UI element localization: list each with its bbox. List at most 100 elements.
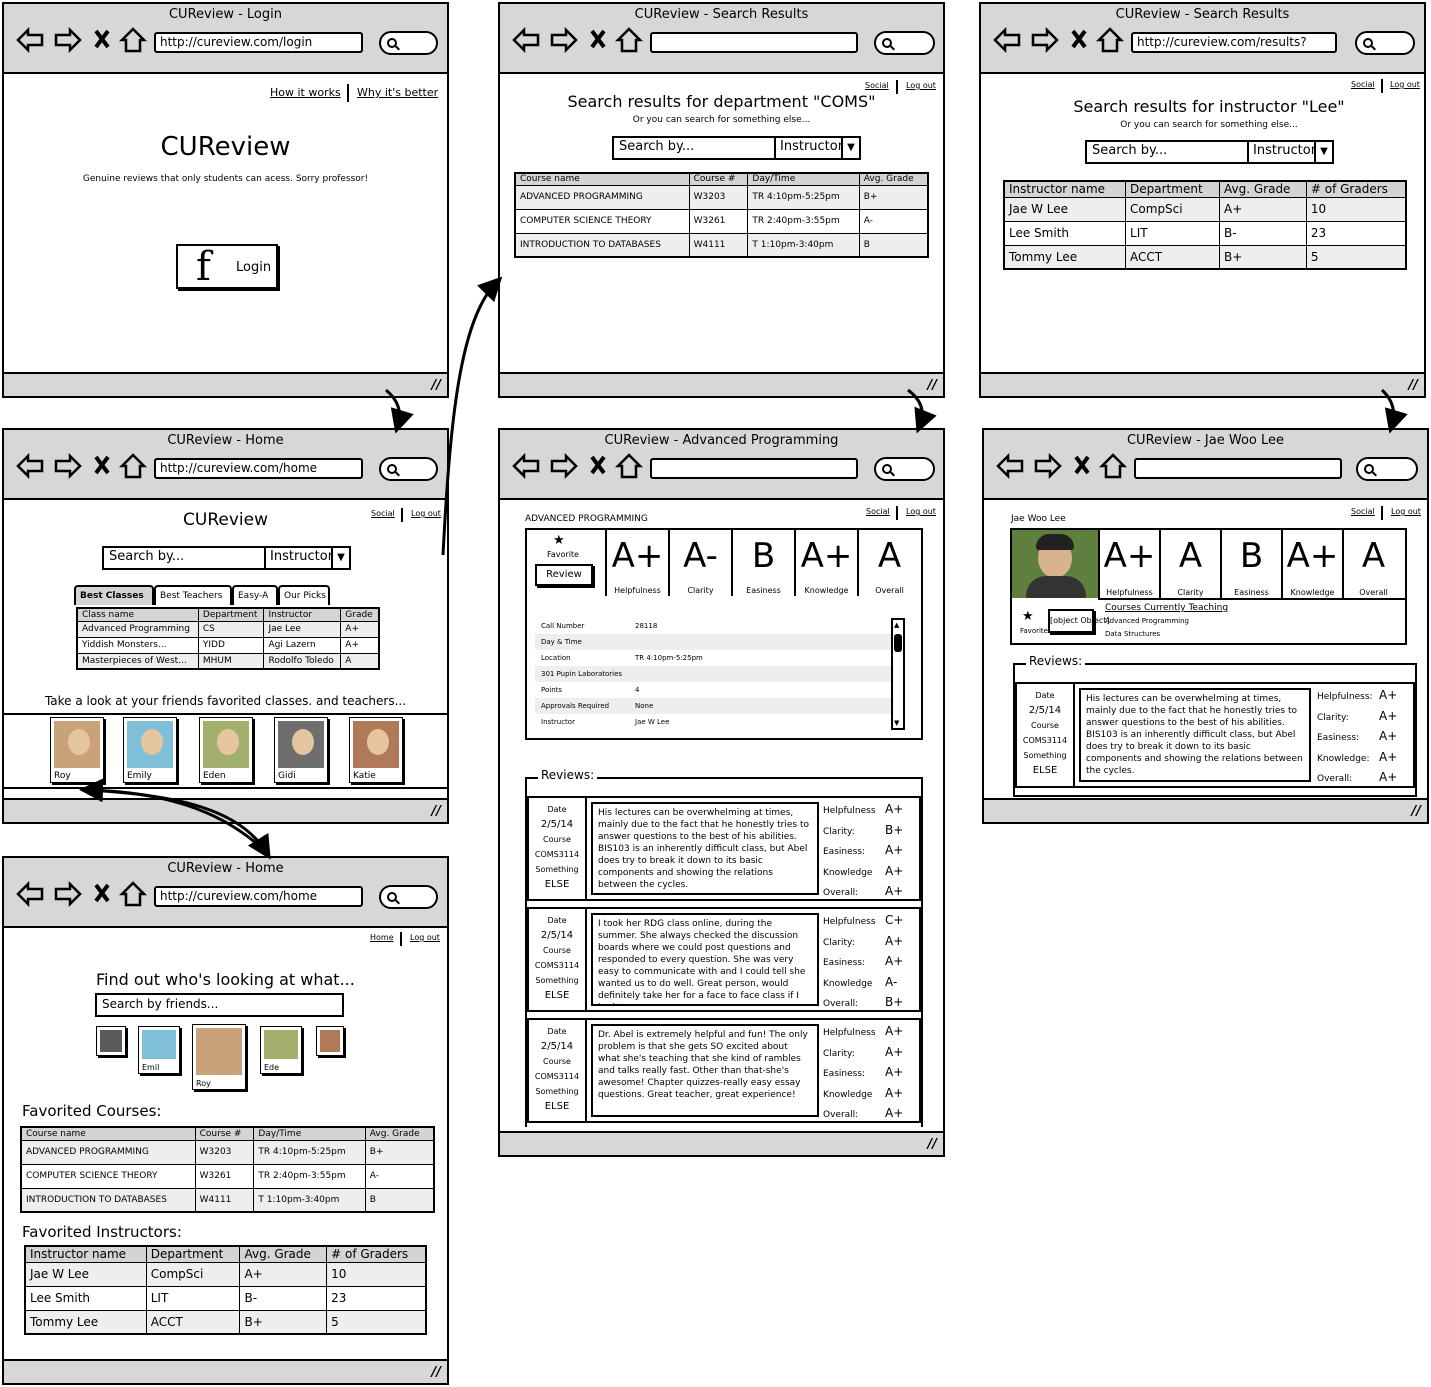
- how-it-works-link[interactable]: How it works: [270, 86, 341, 99]
- tab-best-classes[interactable]: Best Classes: [74, 585, 154, 605]
- search-by-field[interactable]: Search by... Instructor ▼: [102, 546, 351, 570]
- table-row[interactable]: Lee Smith LIT B- 23: [1003, 220, 1407, 246]
- logout-link[interactable]: Log out: [1391, 507, 1421, 516]
- table-cell: B+: [239, 1309, 328, 1335]
- address-bar[interactable]: [650, 32, 858, 53]
- search-box[interactable]: [379, 457, 438, 481]
- search-box[interactable]: [874, 457, 935, 481]
- details-scrollbar[interactable]: ▲ ▼: [891, 618, 905, 730]
- courses-teaching-link[interactable]: Courses Currently Teaching: [1105, 603, 1228, 613]
- table-row[interactable]: Masterpieces of West... MHUM Rodolfo Toled…: [76, 652, 380, 670]
- course-item[interactable]: Data Structures: [1105, 630, 1160, 638]
- friend-photo[interactable]: Emil: [138, 1026, 180, 1074]
- friend-photo[interactable]: [96, 1026, 126, 1056]
- address-bar[interactable]: http://cureview.com/login: [154, 32, 363, 53]
- logout-link[interactable]: Log out: [410, 933, 440, 942]
- search-box[interactable]: [379, 31, 438, 55]
- table-row[interactable]: ADVANCED PROGRAMMING W3203 TR 4:10pm-5:25p…: [20, 1139, 435, 1165]
- address-bar[interactable]: [1134, 458, 1342, 479]
- search-box[interactable]: [379, 885, 438, 909]
- browser-toolbar: CUReview - Home http://cureview.com/home: [4, 858, 447, 928]
- search-by-field[interactable]: Search by... Instructor ▼: [1085, 140, 1334, 164]
- table-cell: B+: [1219, 244, 1307, 270]
- search-by-field[interactable]: Search by... Instructor ▼: [612, 136, 861, 160]
- chevron-down-icon[interactable]: ▼: [331, 548, 349, 568]
- table-row[interactable]: Tommy Lee ACCT B+ 5: [1003, 244, 1407, 270]
- friend-photo[interactable]: Roy: [50, 717, 104, 783]
- table-cell: B+: [858, 184, 929, 210]
- table-row[interactable]: INTRODUCTION TO DATABASES W4111 T 1:10pm-3…: [514, 232, 929, 258]
- table-row[interactable]: COMPUTER SCIENCE THEORY W3261 TR 2:40pm-3:…: [20, 1163, 435, 1189]
- table-row[interactable]: ADVANCED PROGRAMMING W3203 TR 4:10pm-5:25p…: [514, 184, 929, 210]
- table-cell: Tommy Lee: [1003, 244, 1127, 270]
- logout-link[interactable]: Log out: [906, 507, 936, 516]
- logout-link[interactable]: Log out: [1390, 80, 1420, 89]
- table-row[interactable]: INTRODUCTION TO DATABASES W4111 T 1:10pm-3…: [20, 1187, 435, 1213]
- home-link[interactable]: Home: [370, 933, 394, 942]
- chevron-down-icon[interactable]: ▼: [1314, 142, 1332, 162]
- social-link[interactable]: Social: [1351, 80, 1375, 89]
- rating-row: Knowledge A+: [823, 1084, 919, 1105]
- search-type-dropdown[interactable]: Instructor: [264, 548, 337, 568]
- resize-grip-icon[interactable]: //: [432, 1365, 442, 1380]
- friend-photo[interactable]: Ede: [260, 1026, 302, 1074]
- tab-easy-a[interactable]: Easy-A: [232, 585, 278, 605]
- friend-photo[interactable]: Emily: [123, 717, 177, 783]
- search-input[interactable]: Search by...: [619, 139, 694, 154]
- friend-photo[interactable]: Roy: [192, 1024, 246, 1090]
- friend-name: Eden: [203, 771, 226, 781]
- table-cell: ADVANCED PROGRAMMING: [514, 184, 690, 210]
- search-type-dropdown[interactable]: Instructor: [774, 138, 847, 158]
- table-row[interactable]: Jae W Lee CompSci A+ 10: [1003, 196, 1407, 222]
- table-row[interactable]: Lee Smith LIT B- 23: [24, 1285, 427, 1311]
- table-header-row: Instructor name Department Avg. Grade # of …: [1003, 180, 1407, 198]
- logout-link[interactable]: Log out: [906, 81, 936, 90]
- table-row[interactable]: Tommy Lee ACCT B+ 5: [24, 1309, 427, 1335]
- resize-grip-icon[interactable]: //: [928, 1137, 938, 1152]
- resize-grip-icon[interactable]: //: [928, 378, 938, 393]
- column-header: Class name: [76, 607, 199, 622]
- chevron-down-icon[interactable]: ▼: [841, 138, 859, 158]
- resize-grip-icon[interactable]: //: [432, 378, 442, 393]
- search-box[interactable]: [874, 31, 935, 55]
- star-icon[interactable]: ★: [553, 533, 565, 548]
- social-link[interactable]: Social: [865, 81, 889, 90]
- facebook-login-button[interactable]: f Login: [176, 244, 278, 290]
- table-cell: 23: [1305, 220, 1407, 246]
- table-row[interactable]: Yiddish Monsters... YIDD Agi Lazern A+: [76, 636, 380, 654]
- review-button[interactable]: [object Object]: [1048, 609, 1110, 633]
- address-bar[interactable]: http://cureview.com/home: [154, 458, 363, 479]
- rating-label: Clarity:: [823, 826, 855, 837]
- friend-photo[interactable]: [316, 1026, 344, 1056]
- search-box[interactable]: [1355, 31, 1415, 55]
- resize-grip-icon[interactable]: //: [432, 804, 442, 819]
- resize-grip-icon[interactable]: //: [1412, 804, 1422, 819]
- review-button[interactable]: Review: [535, 564, 593, 586]
- search-type-dropdown[interactable]: Instructor: [1247, 142, 1320, 162]
- table-row[interactable]: Jae W Lee CompSci A+ 10: [24, 1261, 427, 1287]
- table-row[interactable]: Advanced Programming CS Jae Lee A+: [76, 620, 380, 638]
- social-link[interactable]: Social: [1351, 507, 1375, 516]
- course-item[interactable]: Advanced Programming: [1105, 617, 1189, 625]
- search-input[interactable]: Search by...: [1092, 143, 1167, 158]
- tab-our-picks[interactable]: Our Picks: [278, 585, 330, 605]
- detail-value: TR 4:10pm-5:25pm: [635, 654, 703, 662]
- table-row[interactable]: COMPUTER SCIENCE THEORY W3261 TR 2:40pm-3:…: [514, 208, 929, 234]
- detail-value: 4: [635, 686, 640, 694]
- friend-photo[interactable]: Katie: [349, 717, 403, 783]
- review-meta: Date 2/5/14 Course COMS3114 Something ELSE: [529, 1020, 587, 1121]
- address-bar[interactable]: http://cureview.com/results?: [1131, 32, 1337, 53]
- tab-best-teachers[interactable]: Best Teachers: [154, 585, 232, 605]
- friends-search-input[interactable]: Search by friends...: [95, 993, 344, 1017]
- search-box[interactable]: [1356, 457, 1418, 481]
- social-link[interactable]: Social: [866, 507, 890, 516]
- friend-photo[interactable]: Gidi: [274, 717, 328, 783]
- address-bar[interactable]: [650, 458, 858, 479]
- address-bar[interactable]: http://cureview.com/home: [154, 886, 363, 907]
- friend-photo[interactable]: Eden: [199, 717, 253, 783]
- star-icon[interactable]: ★: [1022, 609, 1034, 624]
- resize-grip-icon[interactable]: //: [1409, 378, 1419, 393]
- search-input[interactable]: Search by...: [109, 549, 184, 564]
- rating-label: Knowledge: [823, 867, 873, 878]
- why-better-link[interactable]: Why it's better: [357, 86, 438, 99]
